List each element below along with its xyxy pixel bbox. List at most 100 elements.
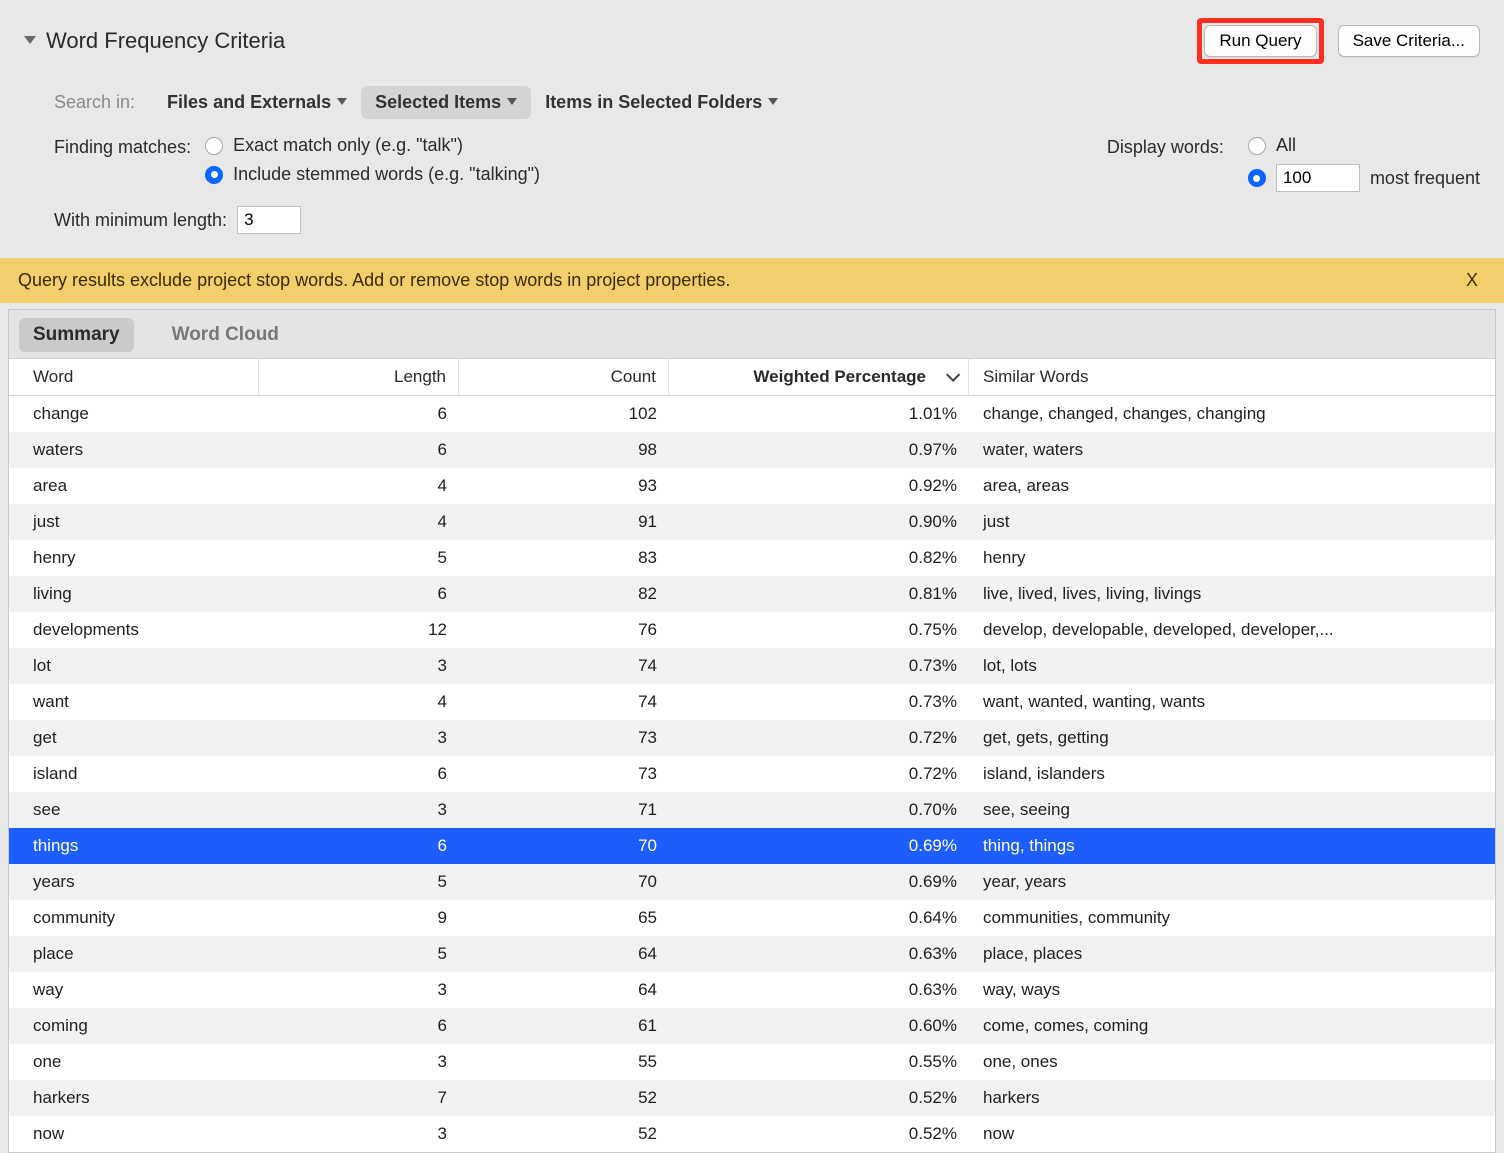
display-all-option[interactable]: All	[1248, 135, 1480, 156]
column-count[interactable]: Count	[459, 359, 669, 395]
table-row[interactable]: area4930.92%area, areas	[9, 468, 1495, 504]
cell-word: harkers	[9, 1080, 259, 1116]
cell-word: things	[9, 828, 259, 864]
cell-length: 3	[259, 792, 459, 828]
cell-similar: change, changed, changes, changing	[969, 396, 1495, 432]
cell-count: 83	[459, 540, 669, 576]
table-body: change61021.01%change, changed, changes,…	[9, 396, 1495, 1152]
results-panel: Summary Word Cloud Word Length Count Wei…	[8, 309, 1496, 1153]
table-row[interactable]: harkers7520.52%harkers	[9, 1080, 1495, 1116]
display-count-input[interactable]	[1276, 164, 1360, 192]
table-row[interactable]: things6700.69%thing, things	[9, 828, 1495, 864]
tab-word-cloud[interactable]: Word Cloud	[158, 318, 293, 352]
cell-count: 61	[459, 1008, 669, 1044]
cell-length: 12	[259, 612, 459, 648]
cell-word: island	[9, 756, 259, 792]
notice-bar: Query results exclude project stop words…	[0, 258, 1504, 303]
cell-length: 4	[259, 684, 459, 720]
table-row[interactable]: coming6610.60%come, comes, coming	[9, 1008, 1495, 1044]
search-in-option[interactable]: Files and Externals	[153, 86, 361, 119]
cell-percentage: 0.92%	[669, 468, 969, 504]
table-row[interactable]: just4910.90%just	[9, 504, 1495, 540]
cell-percentage: 0.52%	[669, 1116, 969, 1152]
run-query-button[interactable]: Run Query	[1204, 25, 1316, 57]
cell-count: 98	[459, 432, 669, 468]
cell-percentage: 0.64%	[669, 900, 969, 936]
column-weighted-percentage[interactable]: Weighted Percentage	[669, 359, 969, 395]
display-words-label: Display words:	[1107, 135, 1224, 158]
cell-length: 5	[259, 540, 459, 576]
table-row[interactable]: see3710.70%see, seeing	[9, 792, 1495, 828]
cell-word: one	[9, 1044, 259, 1080]
table-row[interactable]: get3730.72%get, gets, getting	[9, 720, 1495, 756]
cell-percentage: 1.01%	[669, 396, 969, 432]
cell-percentage: 0.73%	[669, 648, 969, 684]
search-in-option[interactable]: Selected Items	[361, 86, 531, 119]
table-row[interactable]: now3520.52%now	[9, 1116, 1495, 1152]
cell-similar: island, islanders	[969, 756, 1495, 792]
table-row[interactable]: change61021.01%change, changed, changes,…	[9, 396, 1495, 432]
table-row[interactable]: lot3740.73%lot, lots	[9, 648, 1495, 684]
cell-count: 64	[459, 936, 669, 972]
table-row[interactable]: place5640.63%place, places	[9, 936, 1495, 972]
cell-length: 6	[259, 396, 459, 432]
results-table: Word Length Count Weighted Percentage Si…	[9, 359, 1495, 1152]
table-row[interactable]: developments12760.75%develop, developabl…	[9, 612, 1495, 648]
table-row[interactable]: want4740.73%want, wanted, wanting, wants	[9, 684, 1495, 720]
cell-count: 55	[459, 1044, 669, 1080]
table-row[interactable]: living6820.81%live, lived, lives, living…	[9, 576, 1495, 612]
collapse-toggle-icon[interactable]	[24, 36, 36, 44]
exact-match-option[interactable]: Exact match only (e.g. "talk")	[205, 135, 540, 156]
cell-word: change	[9, 396, 259, 432]
cell-count: 71	[459, 792, 669, 828]
search-in-option[interactable]: Items in Selected Folders	[531, 86, 792, 119]
cell-similar: come, comes, coming	[969, 1008, 1495, 1044]
cell-similar: lot, lots	[969, 648, 1495, 684]
table-row[interactable]: one3550.55%one, ones	[9, 1044, 1495, 1080]
cell-length: 6	[259, 432, 459, 468]
column-similar-words[interactable]: Similar Words	[969, 359, 1495, 395]
notice-close-button[interactable]: X	[1458, 270, 1486, 291]
cell-word: see	[9, 792, 259, 828]
cell-length: 6	[259, 828, 459, 864]
criteria-panel: Word Frequency Criteria Run Query Save C…	[0, 0, 1504, 258]
column-length[interactable]: Length	[259, 359, 459, 395]
table-row[interactable]: way3640.63%way, ways	[9, 972, 1495, 1008]
stemmed-match-option[interactable]: Include stemmed words (e.g. "talking")	[205, 164, 540, 185]
cell-length: 9	[259, 900, 459, 936]
table-row[interactable]: henry5830.82%henry	[9, 540, 1495, 576]
cell-count: 70	[459, 864, 669, 900]
cell-length: 4	[259, 468, 459, 504]
cell-count: 93	[459, 468, 669, 504]
cell-similar: one, ones	[969, 1044, 1495, 1080]
stemmed-match-text: Include stemmed words (e.g. "talking")	[233, 164, 540, 185]
column-word[interactable]: Word	[9, 359, 259, 395]
save-criteria-button[interactable]: Save Criteria...	[1338, 25, 1480, 57]
display-count-option[interactable]: most frequent	[1248, 164, 1480, 192]
chevron-down-icon	[507, 98, 517, 105]
table-row[interactable]: waters6980.97%water, waters	[9, 432, 1495, 468]
search-in-segmented: Files and ExternalsSelected ItemsItems i…	[153, 86, 792, 119]
cell-percentage: 0.82%	[669, 540, 969, 576]
cell-word: coming	[9, 1008, 259, 1044]
tab-summary[interactable]: Summary	[19, 318, 134, 352]
table-row[interactable]: community9650.64%communities, community	[9, 900, 1495, 936]
cell-similar: water, waters	[969, 432, 1495, 468]
min-length-input[interactable]	[237, 206, 301, 234]
cell-percentage: 0.73%	[669, 684, 969, 720]
cell-count: 102	[459, 396, 669, 432]
cell-word: now	[9, 1116, 259, 1152]
cell-similar: year, years	[969, 864, 1495, 900]
cell-length: 7	[259, 1080, 459, 1116]
radio-icon	[1248, 137, 1266, 155]
table-row[interactable]: island6730.72%island, islanders	[9, 756, 1495, 792]
cell-word: want	[9, 684, 259, 720]
cell-word: waters	[9, 432, 259, 468]
search-in-label: Search in:	[54, 92, 135, 113]
cell-length: 5	[259, 936, 459, 972]
table-row[interactable]: years5700.69%year, years	[9, 864, 1495, 900]
cell-similar: live, lived, lives, living, livings	[969, 576, 1495, 612]
cell-count: 82	[459, 576, 669, 612]
cell-word: living	[9, 576, 259, 612]
cell-similar: see, seeing	[969, 792, 1495, 828]
